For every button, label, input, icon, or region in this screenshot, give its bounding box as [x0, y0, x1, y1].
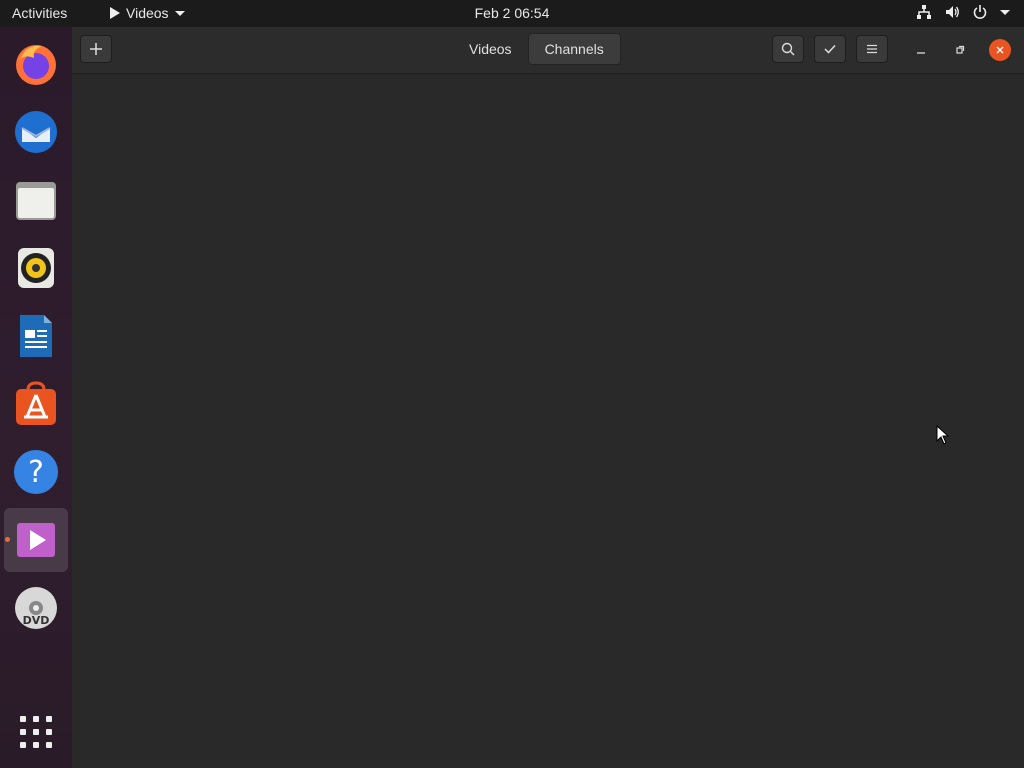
minimize-button[interactable] — [910, 39, 932, 61]
restore-icon — [956, 45, 965, 54]
files-icon — [16, 182, 56, 220]
thunderbird-icon — [15, 111, 57, 153]
firefox-icon — [16, 45, 56, 85]
rhythmbox-icon — [18, 248, 54, 288]
hamburger-menu-icon — [867, 44, 877, 54]
clock[interactable]: Feb 2 06:54 — [0, 5, 1024, 21]
dock-software-center[interactable] — [4, 372, 68, 436]
restore-button[interactable] — [949, 39, 971, 61]
plus-icon — [90, 43, 102, 55]
network-icon — [917, 5, 931, 19]
volume-icon — [946, 6, 959, 18]
system-menu-chevron-icon — [1000, 9, 1010, 15]
libreoffice-writer-icon — [20, 315, 52, 357]
dock-firefox[interactable] — [4, 32, 68, 96]
svg-text:?: ? — [28, 455, 44, 490]
main-menu-button[interactable] — [856, 35, 888, 63]
dock: ? DVD — [0, 27, 72, 768]
dock-videos[interactable] — [4, 508, 68, 572]
search-button[interactable] — [772, 35, 804, 63]
content-area — [72, 74, 1024, 768]
software-center-icon — [16, 381, 56, 425]
dvd-icon: DVD — [15, 587, 57, 629]
svg-text:DVD: DVD — [23, 614, 50, 627]
search-icon — [781, 42, 795, 56]
select-button[interactable] — [814, 35, 846, 63]
dock-files[interactable] — [4, 168, 68, 232]
dock-rhythmbox[interactable] — [4, 236, 68, 300]
close-button[interactable] — [989, 39, 1011, 61]
check-icon — [824, 44, 836, 54]
videos-window: Videos Channels — [72, 27, 1024, 768]
dock-libreoffice-writer[interactable] — [4, 304, 68, 368]
show-applications-icon — [20, 716, 52, 748]
minimize-icon — [917, 52, 925, 54]
header-bar: Videos Channels — [72, 27, 1024, 74]
view-switcher: Videos Channels — [453, 33, 621, 65]
system-tray[interactable] — [916, 4, 1010, 20]
dock-thunderbird[interactable] — [4, 100, 68, 164]
power-icon — [973, 5, 987, 19]
close-icon — [996, 46, 1004, 54]
add-button[interactable] — [80, 35, 112, 63]
help-icon: ? — [14, 450, 58, 494]
dock-show-applications[interactable] — [4, 700, 68, 764]
tab-channels[interactable]: Channels — [527, 33, 621, 65]
dock-help[interactable]: ? — [4, 440, 68, 504]
videos-icon — [17, 523, 55, 557]
tab-videos[interactable]: Videos — [453, 33, 528, 65]
top-bar: Activities Videos Feb 2 06:54 — [0, 0, 1024, 27]
dock-dvd[interactable]: DVD — [4, 576, 68, 640]
mouse-cursor-icon — [936, 425, 950, 445]
